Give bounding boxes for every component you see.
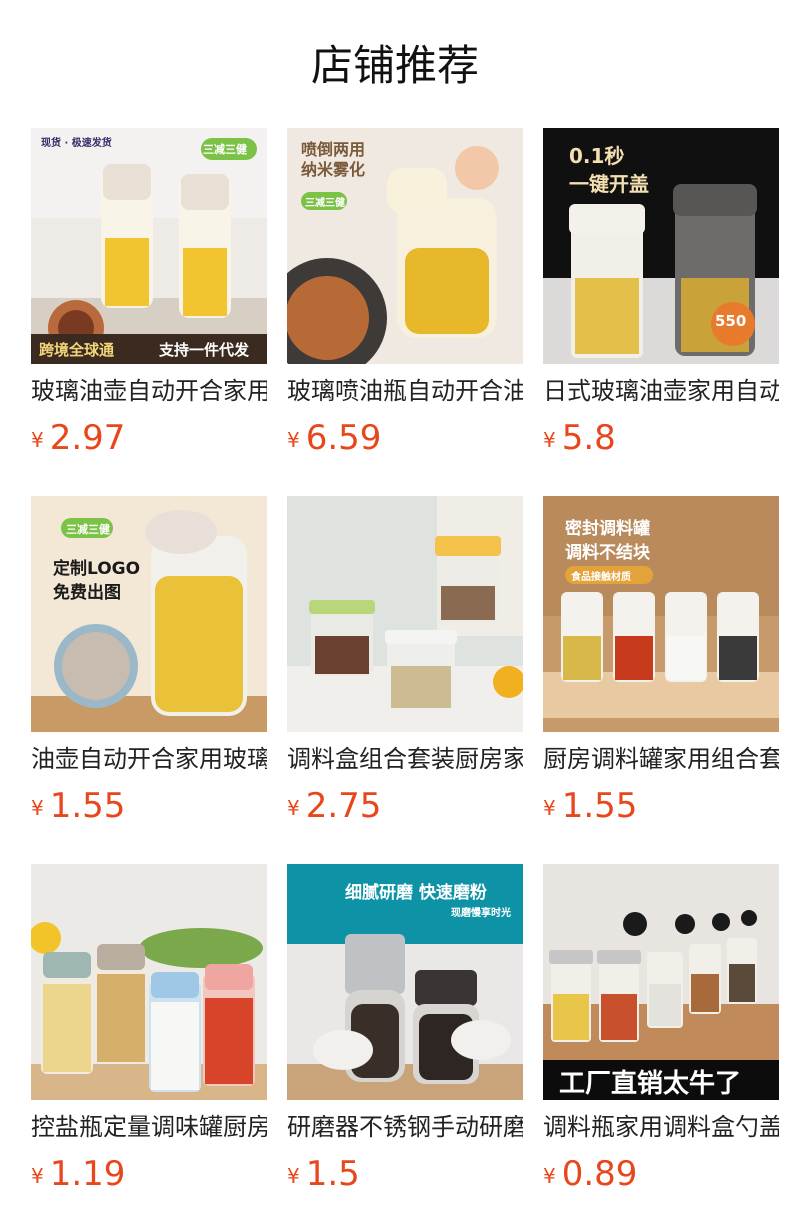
product-price: ¥1.55 xyxy=(543,784,637,828)
product-title[interactable]: 油壶自动开合家用玻璃 xyxy=(31,742,267,776)
product-image[interactable]: 喷倒两用 纳米雾化 三减三健 xyxy=(287,128,523,364)
currency-symbol: ¥ xyxy=(31,1164,44,1188)
page-title: 店铺推荐 xyxy=(310,41,479,90)
product-price: ¥1.5 xyxy=(287,1152,360,1196)
currency-symbol: ¥ xyxy=(543,1164,556,1188)
product-title[interactable]: 玻璃喷油瓶自动开合油壶 xyxy=(287,374,523,408)
price-amount: 2.97 xyxy=(49,418,126,458)
currency-symbol: ¥ xyxy=(543,428,556,452)
product-card[interactable]: 工厂直销太牛了 调料瓶家用调料盒勺盖一体 ¥0.89 xyxy=(543,864,779,1232)
price-amount: 1.5 xyxy=(305,1154,360,1194)
currency-symbol: ¥ xyxy=(287,1164,300,1188)
product-price: ¥6.59 xyxy=(287,416,381,460)
badge-custom-logo: 定制LOGO xyxy=(53,559,141,579)
product-price: ¥0.89 xyxy=(543,1152,637,1196)
product-image[interactable]: 三减三健 定制LOGO 免费出图 xyxy=(31,496,267,732)
price-amount: 6.59 xyxy=(305,418,382,458)
currency-symbol: ¥ xyxy=(287,428,300,452)
product-card[interactable]: 喷倒两用 纳米雾化 三减三健 玻璃喷油瓶自动开合油壶 ¥6.59 xyxy=(287,128,523,496)
product-card[interactable]: 控盐瓶定量调味罐厨房 ¥1.19 xyxy=(31,864,267,1232)
badge-seconds: 0.1秒 xyxy=(569,144,625,168)
product-title[interactable]: 调料瓶家用调料盒勺盖一体 xyxy=(543,1110,779,1144)
badge-three-minus: 三减三健 xyxy=(305,198,345,209)
product-image[interactable]: 密封调料罐 调料不结块 食品接触材质 xyxy=(543,496,779,732)
badge-free-design: 免费出图 xyxy=(53,583,121,603)
badge-three-minus: 三减三健 xyxy=(203,143,247,156)
product-image[interactable]: 0.1秒 一键开盖 550 xyxy=(543,128,779,364)
product-card[interactable]: 现货 · 极速发货 三减三健 跨境全球通 支持一件代发 玻璃油壶自动开合家用 ¥… xyxy=(31,128,267,496)
price-amount: 1.19 xyxy=(49,1154,126,1194)
product-image[interactable]: 工厂直销太牛了 xyxy=(543,864,779,1100)
product-price: ¥5.8 xyxy=(543,416,616,460)
price-amount: 0.89 xyxy=(561,1154,638,1194)
product-title[interactable]: 厨房调料罐家用组合套装 xyxy=(543,742,779,776)
badge-dropship: 支持一件代发 xyxy=(159,341,250,359)
product-price: ¥1.55 xyxy=(31,784,125,828)
badge-food-grade: 食品接触材质 xyxy=(571,572,631,583)
product-card[interactable]: 三减三健 定制LOGO 免费出图 油壶自动开合家用玻璃 ¥1.55 xyxy=(31,496,267,864)
product-title[interactable]: 控盐瓶定量调味罐厨房 xyxy=(31,1110,267,1144)
badge-three-minus: 三减三健 xyxy=(66,523,110,536)
product-price: ¥2.97 xyxy=(31,416,125,460)
product-title[interactable]: 研磨器不锈钢手动研磨瓶 xyxy=(287,1110,523,1144)
product-price: ¥2.75 xyxy=(287,784,381,828)
currency-symbol: ¥ xyxy=(31,796,44,820)
badge-factory-direct: 工厂直销太牛了 xyxy=(559,1069,742,1099)
product-title[interactable]: 玻璃油壶自动开合家用 xyxy=(31,374,267,408)
product-card[interactable]: 细腻研磨 快速磨粉 现磨慢享时光 研磨器不锈钢手动研磨瓶 ¥1.5 xyxy=(287,864,523,1232)
product-image[interactable]: 细腻研磨 快速磨粉 现磨慢享时光 xyxy=(287,864,523,1100)
badge-nano-mist: 纳米雾化 xyxy=(301,160,366,179)
product-card[interactable]: 调料盒组合套装厨房家用 ¥2.75 xyxy=(287,496,523,864)
product-grid: 现货 · 极速发货 三减三健 跨境全球通 支持一件代发 玻璃油壶自动开合家用 ¥… xyxy=(31,128,790,1232)
product-card[interactable]: 0.1秒 一键开盖 550 日式玻璃油壶家用自动开合 ¥5.8 xyxy=(543,128,779,496)
badge-fresh-ground: 现磨慢享时光 xyxy=(451,908,511,919)
badge-one-click: 一键开盖 xyxy=(569,172,649,196)
product-image[interactable] xyxy=(287,496,523,732)
product-image[interactable] xyxy=(31,864,267,1100)
product-title[interactable]: 调料盒组合套装厨房家用 xyxy=(287,742,523,776)
badge-capacity: 550 xyxy=(715,312,747,330)
price-amount: 1.55 xyxy=(49,786,126,826)
price-amount: 1.55 xyxy=(561,786,638,826)
product-title[interactable]: 日式玻璃油壶家用自动开合 xyxy=(543,374,779,408)
badge-cross-border: 跨境全球通 xyxy=(39,341,115,359)
product-card[interactable]: 密封调料罐 调料不结块 食品接触材质 厨房调料罐家用组合套装 ¥1.55 xyxy=(543,496,779,864)
badge-no-clumping: 调料不结块 xyxy=(565,543,650,563)
badge-fine-grinding: 细腻研磨 快速磨粉 xyxy=(345,883,487,903)
product-price: ¥1.19 xyxy=(31,1152,125,1196)
product-image[interactable]: 现货 · 极速发货 三减三健 跨境全球通 支持一件代发 xyxy=(31,128,267,364)
currency-symbol: ¥ xyxy=(287,796,300,820)
price-amount: 5.8 xyxy=(561,418,616,458)
badge-stock: 现货 · 极速发货 xyxy=(41,138,112,149)
currency-symbol: ¥ xyxy=(543,796,556,820)
price-amount: 2.75 xyxy=(305,786,382,826)
badge-sealed-jar: 密封调料罐 xyxy=(565,519,650,539)
currency-symbol: ¥ xyxy=(31,428,44,452)
